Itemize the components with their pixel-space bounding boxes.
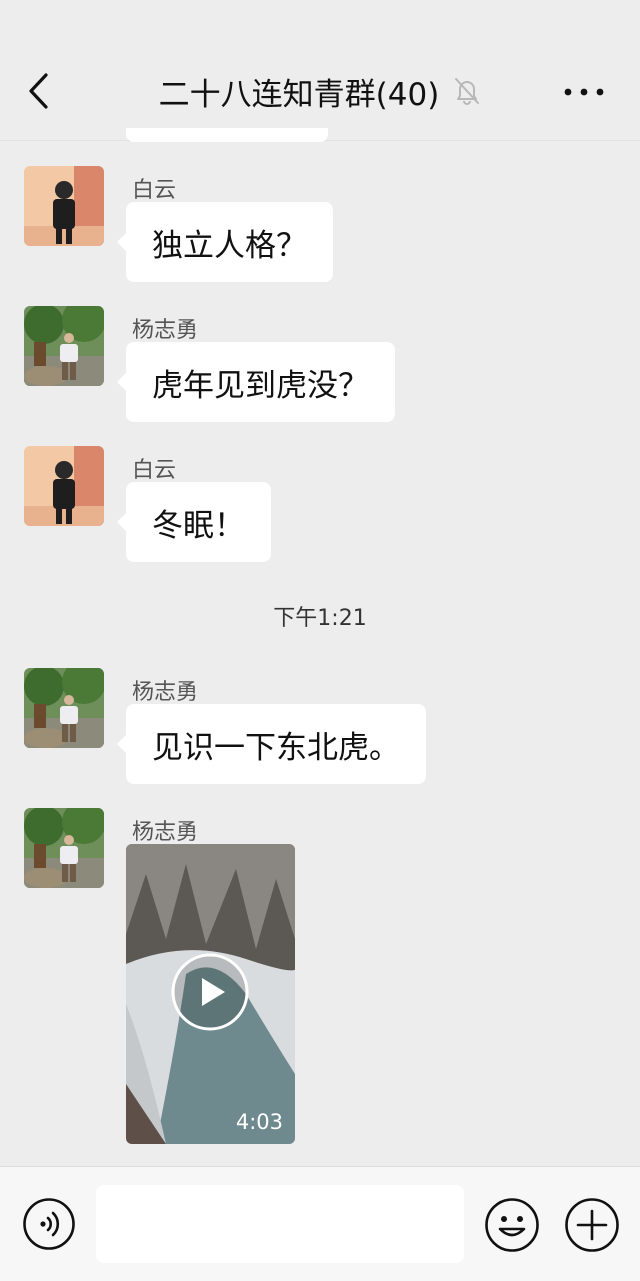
message-bubble[interactable]: 虎年见到虎没？ (117, 342, 395, 422)
voice-button[interactable] (22, 1197, 76, 1251)
avatar[interactable] (24, 668, 104, 748)
person-avatar (24, 306, 104, 386)
message-bubble[interactable]: 独立人格？ (117, 202, 333, 282)
sender-name: 杨志勇 (132, 318, 199, 343)
video-duration: 4:03 (235, 1110, 283, 1134)
chevron-left-icon (29, 73, 48, 109)
sender-name: 白云 (132, 458, 177, 483)
person-avatar (24, 668, 104, 748)
message-bubble[interactable]: 见识一下东北虎。 (117, 704, 426, 784)
back-button[interactable] (20, 68, 60, 114)
person-avatar (24, 808, 104, 888)
avatar[interactable] (24, 306, 104, 386)
previous-message-bubble (126, 128, 328, 142)
voice-icon (23, 1198, 75, 1250)
more-options-button[interactable] (562, 80, 606, 104)
title-container: 二十八连知青群(40) (110, 68, 530, 114)
chat-title: 二十八连知青群(40) (158, 76, 440, 113)
input-bar (0, 1166, 640, 1281)
bell-off-icon (455, 78, 480, 105)
emoji-button[interactable] (484, 1197, 540, 1253)
chat-header: 二十八连知青群(40) (0, 0, 640, 141)
more-horizontal-icon (564, 88, 604, 96)
avatar[interactable] (24, 446, 104, 526)
sender-name: 白云 (132, 178, 177, 203)
message-timestamp: 下午1:21 (273, 606, 367, 631)
video-message[interactable]: 4:03 (126, 844, 295, 1144)
emoji-icon (485, 1198, 539, 1252)
person-avatar (24, 166, 104, 246)
sender-name: 杨志勇 (132, 820, 199, 845)
more-functions-button[interactable] (564, 1197, 620, 1253)
avatar[interactable] (24, 166, 104, 246)
plus-circle-icon (565, 1198, 619, 1252)
sender-name: 杨志勇 (132, 680, 199, 705)
message-input[interactable] (96, 1185, 464, 1263)
avatar[interactable] (24, 808, 104, 888)
message-bubble[interactable]: 冬眠！ (117, 482, 271, 562)
play-icon[interactable] (170, 952, 250, 1032)
person-avatar (24, 446, 104, 526)
